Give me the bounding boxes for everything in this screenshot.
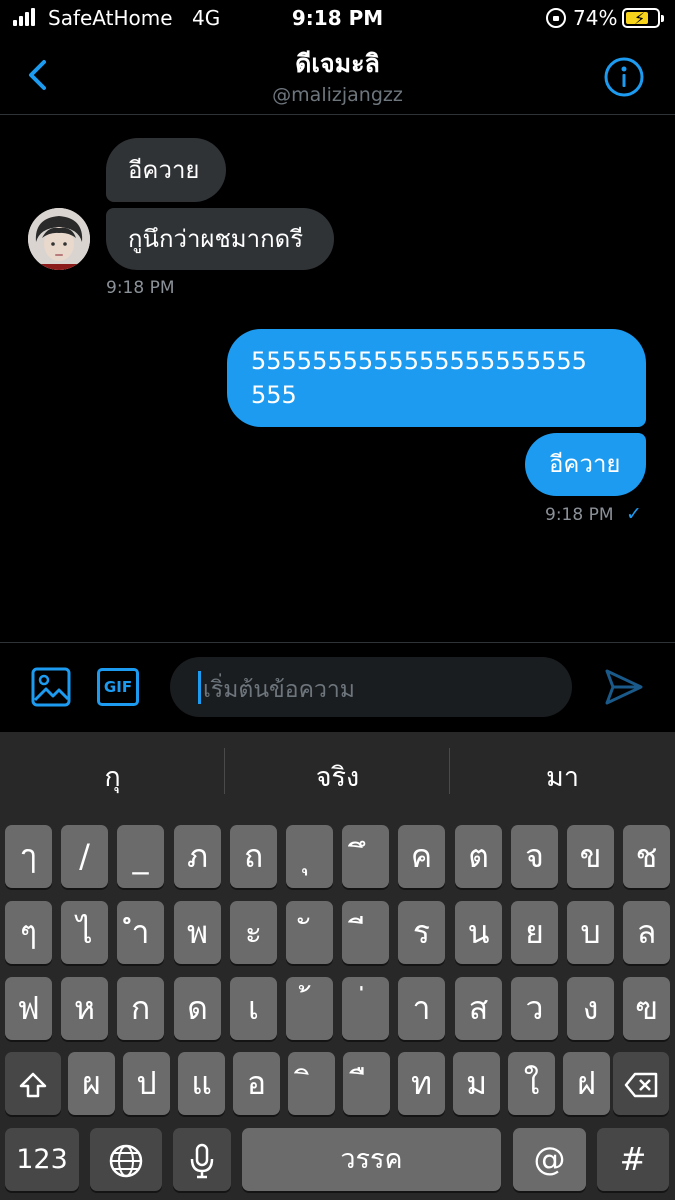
battery-percent: 74% bbox=[573, 6, 618, 30]
keyboard-key[interactable]: ึ bbox=[342, 825, 389, 888]
keyboard-key[interactable]: ผ bbox=[68, 1052, 115, 1115]
keyboard-key[interactable]: ง bbox=[567, 977, 614, 1040]
keyboard-key[interactable]: ุ bbox=[286, 825, 333, 888]
keyboard-key[interactable]: ข bbox=[567, 825, 614, 888]
microphone-icon bbox=[190, 1143, 214, 1178]
keyboard-key[interactable]: น bbox=[455, 901, 502, 964]
keyboard-key[interactable]: พ bbox=[174, 901, 221, 964]
gif-button[interactable]: GIF bbox=[97, 668, 139, 706]
rotation-lock-icon bbox=[546, 8, 566, 28]
space-key[interactable]: วรรค bbox=[242, 1128, 501, 1191]
keyboard-key[interactable]: ม bbox=[453, 1052, 500, 1115]
backspace-icon bbox=[624, 1072, 658, 1097]
keyboard-key[interactable]: ้ bbox=[286, 977, 333, 1040]
keyboard-key[interactable]: ค bbox=[398, 825, 445, 888]
keyboard-key[interactable]: ฃ bbox=[623, 977, 670, 1040]
image-icon bbox=[31, 667, 71, 707]
keyboard-key[interactable]: ฟ bbox=[5, 977, 52, 1040]
composer-divider bbox=[0, 642, 675, 643]
keyboard-key[interactable]: ป bbox=[123, 1052, 170, 1115]
keyboard-key[interactable]: จ bbox=[511, 825, 558, 888]
keyboard-key[interactable]: ว bbox=[511, 977, 558, 1040]
globe-key[interactable] bbox=[90, 1128, 162, 1191]
hash-key[interactable]: # bbox=[597, 1128, 669, 1191]
message-line: 555 bbox=[251, 381, 297, 409]
keyboard-key[interactable]: ใ bbox=[508, 1052, 555, 1115]
globe-icon bbox=[109, 1144, 143, 1177]
keyboard-key[interactable]: ะ bbox=[230, 901, 277, 964]
suggestion[interactable]: กุ bbox=[0, 755, 225, 798]
keyboard-key[interactable]: ฝ bbox=[563, 1052, 610, 1115]
incoming-message[interactable]: อีควาย bbox=[106, 138, 226, 202]
keyboard-key[interactable]: ท bbox=[398, 1052, 445, 1115]
incoming-message[interactable]: กูนึกว่าผชมากดรี bbox=[106, 208, 334, 270]
message-placeholder: เริ่มต้นข้อความ bbox=[203, 677, 355, 703]
keyboard-key[interactable]: ล bbox=[623, 901, 670, 964]
dictation-key[interactable] bbox=[173, 1128, 231, 1191]
battery-icon: ⚡ bbox=[622, 8, 664, 28]
keyboard-key[interactable]: ๆ bbox=[5, 901, 52, 964]
keyboard-key[interactable]: า bbox=[398, 977, 445, 1040]
header-divider bbox=[0, 114, 675, 115]
keyboard-key[interactable]: ส bbox=[455, 977, 502, 1040]
keyboard-key[interactable]: / bbox=[61, 825, 108, 888]
outgoing-message[interactable]: 5555555555555555555555 555 bbox=[227, 329, 646, 427]
keyboard-key[interactable]: ไ bbox=[61, 901, 108, 964]
text-cursor bbox=[198, 671, 201, 704]
send-button[interactable] bbox=[603, 667, 645, 707]
keyboard-key[interactable]: ด bbox=[174, 977, 221, 1040]
at-key[interactable]: @ bbox=[513, 1128, 586, 1191]
conversation-title[interactable]: ดีเจมะลิ bbox=[0, 44, 675, 84]
incoming-timestamp: 9:18 PM bbox=[106, 278, 175, 298]
keyboard-key[interactable]: บ bbox=[567, 901, 614, 964]
numbers-key[interactable]: 123 bbox=[5, 1128, 79, 1191]
keyboard-key[interactable]: ร bbox=[398, 901, 445, 964]
keyboard-key[interactable]: ี bbox=[342, 901, 389, 964]
keyboard-key[interactable]: อ bbox=[233, 1052, 280, 1115]
keyboard-key[interactable]: แ bbox=[178, 1052, 225, 1115]
read-receipt-icon: ✓ bbox=[626, 503, 642, 525]
keyboard-key[interactable]: ก bbox=[117, 977, 164, 1040]
backspace-key[interactable] bbox=[613, 1052, 669, 1115]
keyboard-key[interactable]: ๅ bbox=[5, 825, 52, 888]
keyboard-key[interactable]: ย bbox=[511, 901, 558, 964]
shift-icon bbox=[19, 1072, 47, 1097]
keyboard-key[interactable]: ห bbox=[61, 977, 108, 1040]
keyboard-key[interactable]: ถ bbox=[230, 825, 277, 888]
keyboard-key[interactable]: เ bbox=[230, 977, 277, 1040]
keyboard-key[interactable]: ภ bbox=[174, 825, 221, 888]
keyboard-key[interactable]: _ bbox=[117, 825, 164, 888]
suggestion[interactable]: จริง bbox=[225, 755, 450, 798]
suggestion[interactable]: มา bbox=[450, 755, 675, 798]
keyboard-key[interactable]: ช bbox=[623, 825, 670, 888]
keyboard-key[interactable]: ั bbox=[286, 901, 333, 964]
shift-key[interactable] bbox=[5, 1052, 61, 1115]
keyboard-key[interactable]: ิ bbox=[288, 1052, 335, 1115]
keyboard-key[interactable]: ต bbox=[455, 825, 502, 888]
status-bar: SafeAtHome 4G 9:18 PM 74% ⚡ bbox=[0, 0, 675, 38]
avatar[interactable] bbox=[28, 208, 90, 270]
image-button[interactable] bbox=[31, 667, 71, 707]
send-icon bbox=[605, 669, 643, 705]
keyboard-key[interactable]: ำ bbox=[117, 901, 164, 964]
message-line: 5555555555555555555555 bbox=[251, 347, 587, 375]
info-button[interactable] bbox=[602, 55, 646, 99]
keyboard-key[interactable]: ื bbox=[343, 1052, 390, 1115]
conversation-handle[interactable]: @malizjangzz bbox=[0, 84, 675, 106]
outgoing-message[interactable]: อีควาย bbox=[525, 433, 646, 496]
info-icon bbox=[604, 57, 644, 97]
keyboard-key[interactable]: ่ bbox=[342, 977, 389, 1040]
outgoing-timestamp: 9:18 PM bbox=[545, 505, 614, 525]
